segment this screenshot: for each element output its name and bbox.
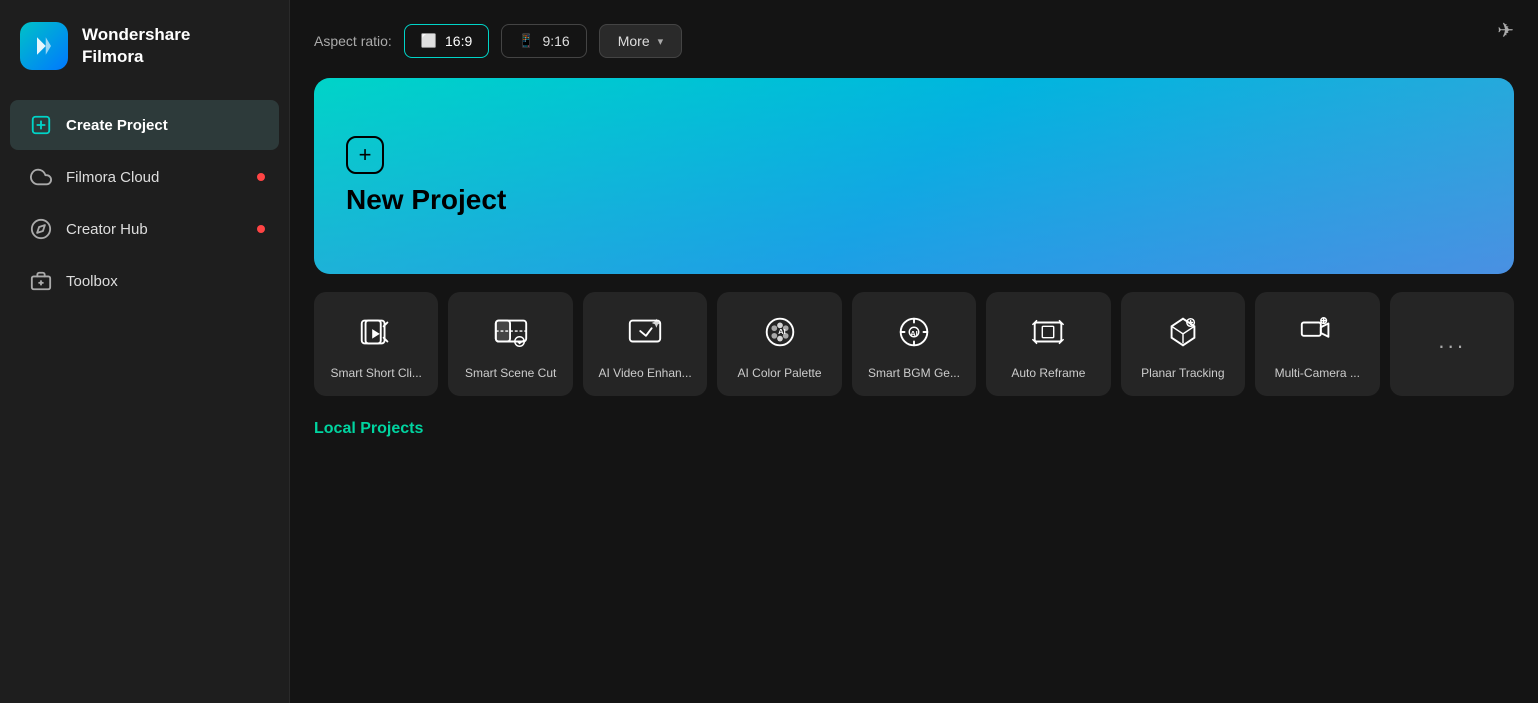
sidebar-item-filmora-cloud[interactable]: Filmora Cloud: [10, 152, 279, 202]
sidebar-item-creator-hub[interactable]: Creator Hub: [10, 204, 279, 254]
ai-video-enhance-icon: [623, 310, 667, 354]
tool-ai-video-enhance[interactable]: AI Video Enhan...: [583, 292, 707, 396]
tools-grid: Smart Short Cli... Smart Scene Cut: [314, 292, 1514, 396]
monitor-icon: ⬜: [421, 33, 437, 49]
aspect-btn-9-16-label: 9:16: [542, 33, 569, 49]
more-label: More: [618, 33, 650, 49]
aspect-btn-16-9[interactable]: ⬜ 16:9: [404, 24, 489, 58]
new-project-plus-icon: +: [346, 136, 384, 174]
smart-scene-cut-icon: [489, 310, 533, 354]
new-project-title: New Project: [346, 184, 1482, 216]
toolbox-icon: [30, 270, 52, 292]
sidebar: Wondershare Filmora Create Project F: [0, 0, 290, 703]
sidebar-label-filmora-cloud: Filmora Cloud: [66, 169, 159, 186]
sidebar-label-creator-hub: Creator Hub: [66, 221, 148, 238]
phone-icon: 📱: [518, 33, 534, 49]
tool-ai-color-palette-label: AI Color Palette: [738, 366, 822, 382]
tool-multi-camera[interactable]: Multi-Camera ...: [1255, 292, 1379, 396]
aspect-ratio-bar: Aspect ratio: ⬜ 16:9 📱 9:16 More ▾: [314, 24, 1514, 58]
multi-camera-icon: [1295, 310, 1339, 354]
svg-text:AI: AI: [778, 327, 786, 336]
tool-smart-short-clip[interactable]: Smart Short Cli...: [314, 292, 438, 396]
tool-smart-short-clip-label: Smart Short Cli...: [331, 366, 422, 382]
sidebar-item-toolbox[interactable]: Toolbox: [10, 256, 279, 306]
tool-smart-scene-cut[interactable]: Smart Scene Cut: [448, 292, 572, 396]
tool-multi-camera-label: Multi-Camera ...: [1275, 366, 1360, 382]
send-icon[interactable]: ✈: [1497, 18, 1514, 43]
smart-short-clip-icon: [354, 310, 398, 354]
main-content: Aspect ratio: ⬜ 16:9 📱 9:16 More ▾ + New…: [290, 0, 1538, 703]
creator-hub-dot: [257, 225, 265, 233]
app-logo: [20, 22, 68, 70]
new-project-banner[interactable]: + New Project: [314, 78, 1514, 274]
sidebar-label-create-project: Create Project: [66, 117, 168, 134]
aspect-btn-9-16[interactable]: 📱 9:16: [501, 24, 586, 58]
local-projects-title: Local Projects: [314, 420, 1514, 438]
tool-smart-bgm-label: Smart BGM Ge...: [868, 366, 960, 382]
aspect-ratio-label: Aspect ratio:: [314, 33, 392, 49]
chevron-down-icon: ▾: [658, 35, 664, 48]
tool-smart-scene-cut-label: Smart Scene Cut: [465, 366, 556, 382]
tool-more[interactable]: ···: [1390, 292, 1514, 396]
tool-auto-reframe[interactable]: Auto Reframe: [986, 292, 1110, 396]
sidebar-label-toolbox: Toolbox: [66, 273, 118, 290]
logo-area: Wondershare Filmora: [0, 0, 289, 92]
tool-smart-bgm[interactable]: AI Smart BGM Ge...: [852, 292, 976, 396]
tool-auto-reframe-label: Auto Reframe: [1011, 366, 1085, 382]
tool-ai-video-enhance-label: AI Video Enhan...: [599, 366, 692, 382]
filmora-cloud-dot: [257, 173, 265, 181]
more-tools-dots: ···: [1438, 333, 1466, 359]
tool-planar-tracking[interactable]: Planar Tracking: [1121, 292, 1245, 396]
planar-tracking-icon: [1161, 310, 1205, 354]
tool-ai-color-palette[interactable]: AI AI Color Palette: [717, 292, 841, 396]
app-name: Wondershare Filmora: [82, 24, 190, 68]
compass-icon: [30, 218, 52, 240]
tool-planar-tracking-label: Planar Tracking: [1141, 366, 1224, 382]
more-aspect-button[interactable]: More ▾: [599, 24, 682, 58]
ai-color-palette-icon: AI: [758, 310, 802, 354]
aspect-btn-16-9-label: 16:9: [445, 33, 472, 49]
smart-bgm-icon: AI: [892, 310, 936, 354]
sidebar-item-create-project[interactable]: Create Project: [10, 100, 279, 150]
nav-items: Create Project Filmora Cloud Creator Hub: [0, 92, 289, 314]
plus-square-icon: [30, 114, 52, 136]
svg-text:AI: AI: [910, 329, 918, 338]
cloud-icon: [30, 166, 52, 188]
auto-reframe-icon: [1026, 310, 1070, 354]
